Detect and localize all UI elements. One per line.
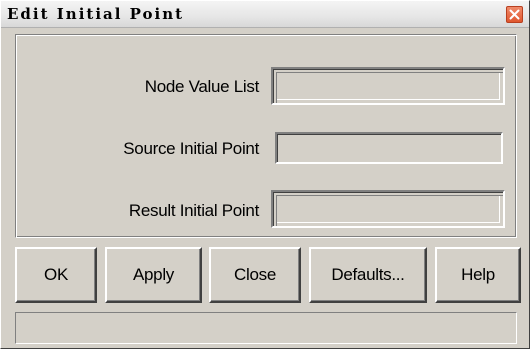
window-title: Edit Initial Point (7, 5, 185, 23)
edit-initial-point-dialog: Edit Initial Point Node Value List Sourc… (0, 0, 530, 349)
defaults-button[interactable]: Defaults... (309, 247, 427, 303)
apply-button[interactable]: Apply (105, 247, 202, 303)
node-value-list-field[interactable] (271, 67, 505, 105)
close-button[interactable]: Close (209, 247, 301, 303)
node-value-list-label: Node Value List (144, 77, 260, 96)
result-initial-point-label: Result Initial Point (128, 201, 259, 220)
result-initial-point-field[interactable] (271, 190, 505, 228)
status-bar (15, 312, 517, 344)
source-initial-point-label: Source Initial Point (123, 139, 259, 158)
close-window-button[interactable] (506, 6, 523, 23)
ok-button[interactable]: OK (15, 247, 97, 303)
title-bar[interactable]: Edit Initial Point (1, 1, 529, 28)
source-initial-point-field[interactable] (275, 132, 503, 164)
help-button[interactable]: Help (435, 247, 521, 303)
